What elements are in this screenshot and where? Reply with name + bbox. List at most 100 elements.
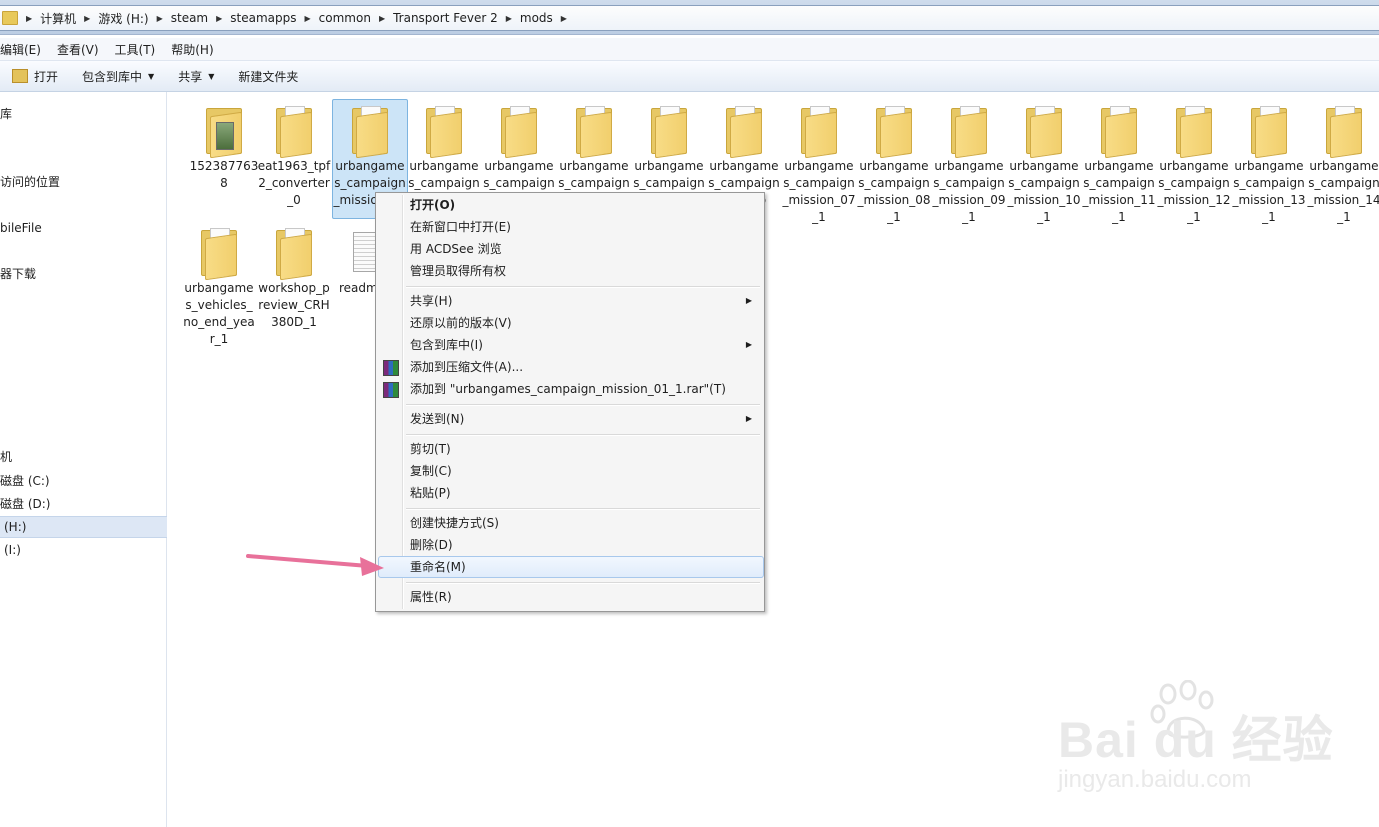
nav-item-drive-h[interactable]: (H:) [0,516,170,538]
file-item[interactable]: urbangames_campaign_mission_08_1 [857,100,931,226]
file-name: urbangames_campaign_mission_10_1 [1007,159,1081,224]
navigation-pane[interactable]: 库 访问的位置 bileFile 器下载 机 磁盘 (C:) 磁盘 (D:) (… [0,92,170,827]
menu-item-send-to[interactable]: 发送到(N) ▶ [378,408,762,430]
nav-item-drive-i[interactable]: (I:) [0,540,170,560]
nav-item-libraries[interactable]: 库 [0,104,166,124]
menu-view[interactable]: 查看(V) [49,41,107,58]
file-item[interactable]: urbangames_campaign_mission_07_1 [782,100,856,226]
menu-item-create-shortcut[interactable]: 创建快捷方式(S) [378,512,762,534]
menu-item-acdsee[interactable]: 用 ACDSee 浏览 [378,238,762,260]
breadcrumb-steam[interactable]: steam [171,11,208,25]
command-bar: 打开 包含到库中 ▼ 共享 ▼ 新建文件夹 [0,61,1379,92]
chevron-right-icon[interactable]: ▶ [216,14,222,23]
context-menu: 打开(O) 在新窗口中打开(E) 用 ACDSee 浏览 管理员取得所有权 共享… [375,192,765,612]
file-name: urbangames_campaign_mission_09_1 [932,159,1006,224]
chevron-right-icon[interactable]: ▶ [379,14,385,23]
breadcrumb-common[interactable]: common [319,11,371,25]
submenu-arrow-icon: ▶ [745,296,752,305]
nav-item-drive-c[interactable]: 磁盘 (C:) [0,471,166,491]
file-item[interactable]: eat1963_tpf2_converter_0 [257,100,331,209]
share-button[interactable]: 共享 ▼ [166,64,226,88]
menu-item-open-new-window[interactable]: 在新窗口中打开(E) [378,216,762,238]
file-item[interactable]: urbangames_campaign_mission_09_1 [932,100,1006,226]
file-item[interactable]: 1523877638 [187,100,261,192]
folder-icon [1099,106,1139,159]
new-folder-button[interactable]: 新建文件夹 [226,64,310,88]
nav-item-mobilefile[interactable]: bileFile [0,218,166,238]
menu-separator [406,582,760,584]
menu-item-add-archive[interactable]: 添加到压缩文件(A)... [378,356,762,378]
folder-icon [799,106,839,159]
menu-item-take-ownership[interactable]: 管理员取得所有权 [378,260,762,282]
menu-item-copy[interactable]: 复制(C) [378,460,762,482]
nav-item-downloads[interactable]: 器下载 [0,264,166,284]
menu-item-restore-versions[interactable]: 还原以前的版本(V) [378,312,762,334]
breadcrumb-steamapps[interactable]: steamapps [230,11,296,25]
folder-icon [949,106,989,159]
file-item[interactable]: urbangames_campaign_mission_13_1 [1232,100,1306,226]
folder-icon [350,106,390,159]
menu-item-paste[interactable]: 粘贴(P) [378,482,762,504]
file-name: urbangames_campaign_mission_13_1 [1232,159,1306,224]
nav-item-recent-places[interactable]: 访问的位置 [0,172,166,192]
menu-item-share[interactable]: 共享(H) ▶ [378,290,762,312]
file-name: urbangames_campaign_mission_08_1 [857,159,931,224]
menu-help[interactable]: 帮助(H) [163,41,221,58]
folder-icon [274,228,314,281]
menu-tools[interactable]: 工具(T) [107,41,164,58]
dropdown-arrow-icon: ▼ [148,71,155,81]
folder-icon [1249,106,1289,159]
breadcrumb-computer[interactable]: 计算机 [40,10,76,27]
watermark-logo: Bai du 经验 [1058,712,1334,768]
file-name: 1523877638 [189,159,259,190]
file-item[interactable]: workshop_preview_CRH380D_1 [257,222,331,331]
menu-separator [406,508,760,510]
folder-icon [1324,106,1364,159]
breadcrumb[interactable]: ▶ 计算机 ▶ 游戏 (H:) ▶ steam ▶ steamapps ▶ common … [0,5,1379,31]
menu-edit[interactable]: 编辑(E) [0,41,49,58]
address-bar[interactable]: ▶ 计算机 ▶ 游戏 (H:) ▶ steam ▶ steamapps ▶ common … [0,0,1379,35]
submenu-arrow-icon: ▶ [745,340,752,349]
breadcrumb-mods[interactable]: mods [520,11,553,25]
nav-item-drive-d[interactable]: 磁盘 (D:) [0,494,166,514]
breadcrumb-drive-h[interactable]: 游戏 (H:) [98,10,148,27]
menu-item-delete[interactable]: 删除(D) [378,534,762,556]
open-button-label: 打开 [34,69,59,84]
chevron-right-icon[interactable]: ▶ [26,14,32,23]
open-button[interactable]: 打开 [0,64,70,88]
nav-item-computer[interactable]: 机 [0,447,166,467]
chevron-right-icon[interactable]: ▶ [561,14,567,23]
file-name: urbangames_campaign_mission_11_1 [1082,159,1156,224]
breadcrumb-transport-fever[interactable]: Transport Fever 2 [393,11,498,25]
file-item[interactable]: urbangames_vehicles_no_end_year_1 [182,222,256,348]
menu-separator [406,434,760,436]
dropdown-arrow-icon: ▼ [208,71,215,81]
file-item[interactable]: urbangames_campaign_mission_12_1 [1157,100,1231,226]
folder-icon [874,106,914,159]
file-name: urbangames_campaign_mission_14_1 [1307,159,1379,224]
chevron-right-icon[interactable]: ▶ [157,14,163,23]
file-item[interactable]: urbangames_campaign_mission_14_1 [1307,100,1379,226]
menu-item-rename[interactable]: 重命名(M) [378,556,764,578]
chevron-right-icon[interactable]: ▶ [506,14,512,23]
menu-separator [406,286,760,288]
folder-icon [199,228,239,281]
chevron-right-icon[interactable]: ▶ [305,14,311,23]
menu-item-cut[interactable]: 剪切(T) [378,438,762,460]
chevron-right-icon[interactable]: ▶ [84,14,90,23]
file-item[interactable]: urbangames_campaign_mission_10_1 [1007,100,1081,226]
menu-bar: 编辑(E) 查看(V) 工具(T) 帮助(H) [0,38,1379,61]
winrar-icon [383,360,399,376]
folder-icon [724,106,764,159]
menu-item-properties[interactable]: 属性(R) [378,586,762,608]
file-name: urbangames_vehicles_no_end_year_1 [183,281,255,346]
menu-item-open[interactable]: 打开(O) [378,194,762,216]
submenu-arrow-icon: ▶ [745,414,752,423]
open-icon [12,69,28,83]
menu-item-include-library[interactable]: 包含到库中(I) ▶ [378,334,762,356]
file-item[interactable]: urbangames_campaign_mission_11_1 [1082,100,1156,226]
menu-item-add-rar[interactable]: 添加到 "urbangames_campaign_mission_01_1.ra… [378,378,762,400]
file-name: workshop_preview_CRH380D_1 [258,281,330,329]
winrar-icon [383,382,399,398]
include-library-button[interactable]: 包含到库中 ▼ [70,64,166,88]
